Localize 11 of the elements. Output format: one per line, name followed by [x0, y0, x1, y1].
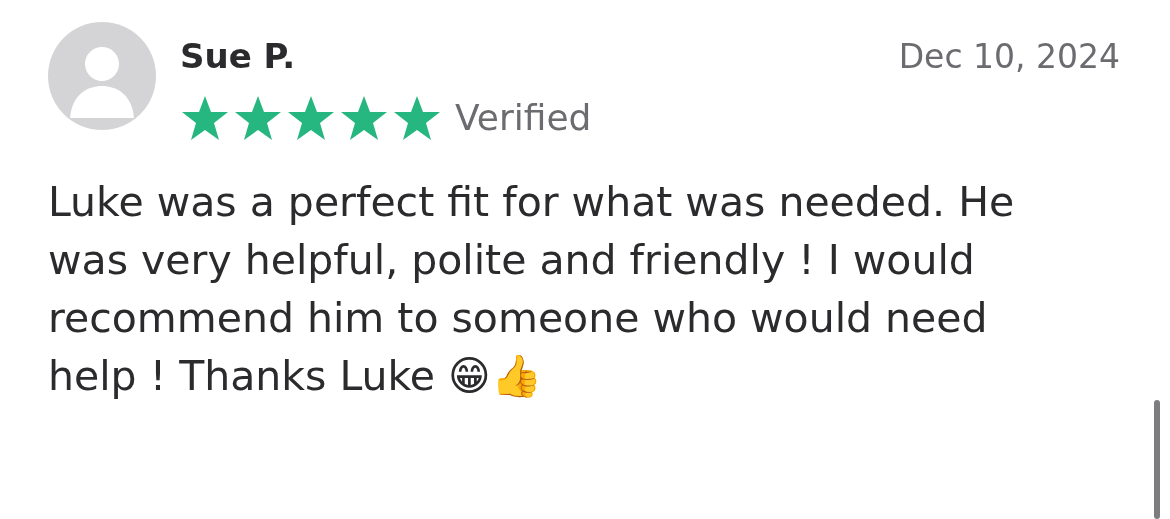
- reviewer-name: Sue P.: [180, 38, 296, 76]
- verified-label: Verified: [455, 96, 592, 141]
- scrollbar[interactable]: [1154, 400, 1160, 519]
- review-text: Luke was a perfect fit for what was needed. He was very helpful, polite and friendly ! I would recommend him to someone who would need help ! Thanks Luke 😁👍: [48, 177, 1016, 403]
- star-icon: [180, 94, 230, 143]
- star-icon: [339, 94, 389, 143]
- review-date: Dec 10, 2024: [898, 38, 1120, 75]
- star-icon: [286, 94, 336, 143]
- star-icon: [392, 94, 442, 143]
- avatar-icon: [48, 22, 156, 130]
- star-icon: [233, 94, 283, 143]
